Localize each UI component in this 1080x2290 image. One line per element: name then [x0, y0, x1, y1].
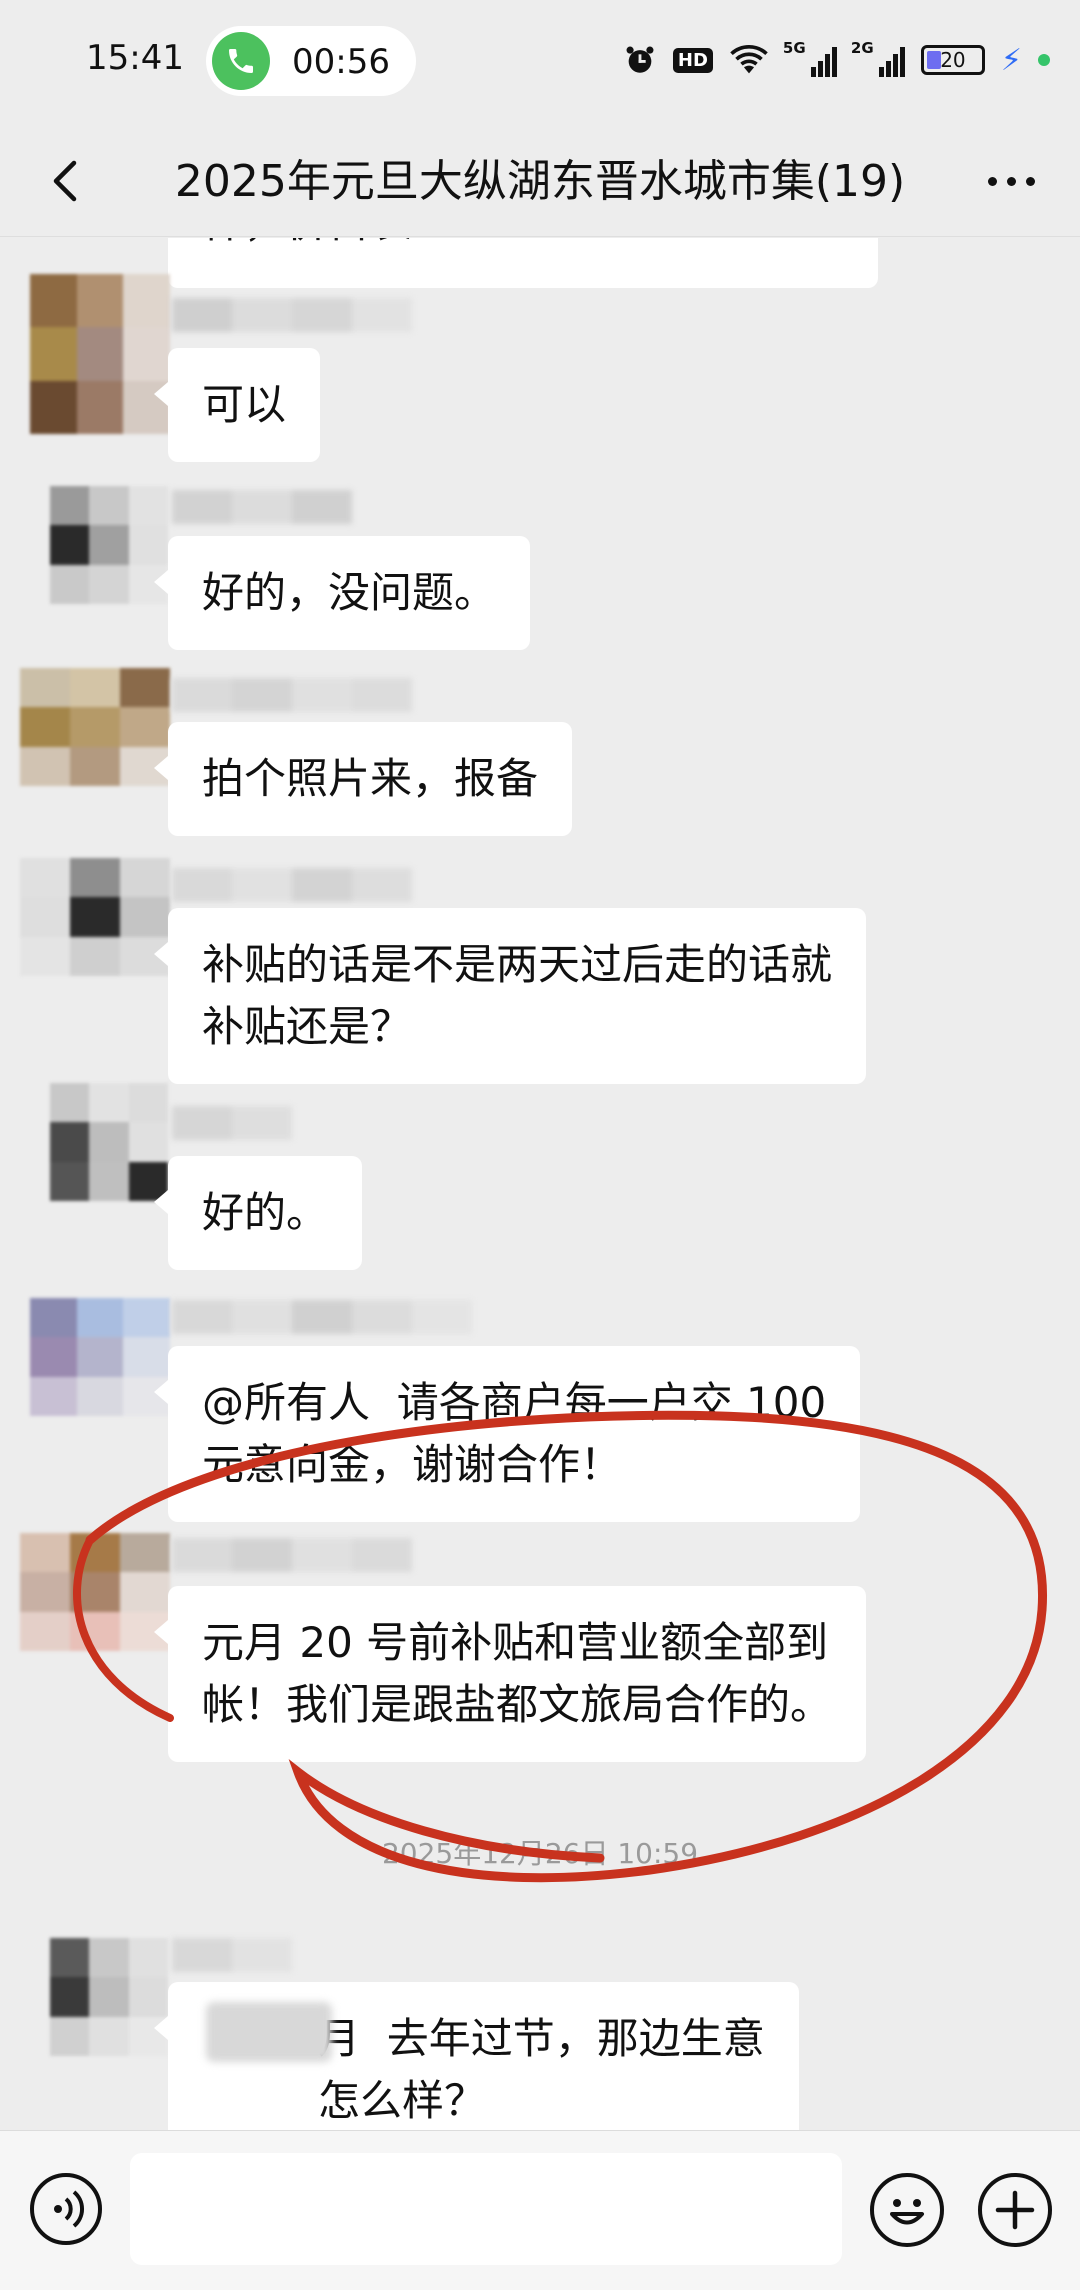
signal-5g-label: 5G	[782, 39, 806, 57]
signal-2g-label: 2G	[850, 39, 874, 57]
message-bubble[interactable]: 好的，没问题。	[153, 536, 531, 650]
message-input[interactable]	[130, 2153, 842, 2265]
phone-icon	[212, 32, 270, 90]
privacy-dot-icon	[1038, 54, 1050, 66]
message-text: 好的。	[202, 1188, 329, 1237]
plus-icon	[995, 2190, 1035, 2230]
signal-2g-icon: 2G	[851, 39, 905, 77]
more-dots-icon	[987, 176, 1035, 186]
chevron-left-icon	[53, 160, 77, 202]
signal-5g-icon: 5G	[783, 39, 837, 77]
back-button[interactable]	[40, 153, 96, 209]
plus-button[interactable]	[978, 2173, 1052, 2247]
avatar[interactable]	[30, 1298, 170, 1416]
more-button[interactable]	[976, 153, 1046, 209]
message-text: 补贴的话是不是两天过后走的话就 补贴还是？	[202, 940, 833, 1051]
message-bubble[interactable]: @所有人 请各商户每一户交 100 元意向金，谢谢合作！	[153, 1346, 861, 1522]
chat-title: 2025年元旦大纵湖东晋水城市集(19)	[174, 156, 906, 207]
redacted-name	[206, 2002, 332, 2062]
sender-name	[172, 1106, 292, 1140]
sender-name	[172, 1300, 472, 1334]
chat-header: 2025年元旦大纵湖东晋水城市集(19)	[0, 125, 1080, 237]
input-bar	[0, 2130, 1080, 2290]
message-bubble[interactable]: 拍个照片来，报备	[153, 722, 573, 836]
sender-name	[172, 490, 352, 524]
sender-name	[172, 868, 412, 902]
wifi-icon	[729, 44, 769, 76]
avatar[interactable]	[50, 486, 168, 604]
message-text: 月 去年过节，那边生意 怎么样？	[318, 2014, 765, 2125]
message-list[interactable]: 样，价目表 可以 好的，没问题。 拍个照片来，报备 补贴的话是不是两天过后走的话…	[0, 238, 1080, 2130]
sender-name	[172, 298, 412, 332]
message-text: 可以	[202, 380, 287, 429]
battery-icon: 20	[920, 45, 985, 75]
sender-name	[172, 678, 412, 712]
message-bubble[interactable]: 元月 20 号前补贴和营业额全部到 帐！我们是跟盐都文旅局合作的。	[153, 1586, 867, 1762]
battery-level: 20	[940, 48, 966, 72]
message-bubble[interactable]: 补贴的话是不是两天过后走的话就 补贴还是？	[153, 908, 867, 1084]
call-timer: 00:56	[292, 42, 390, 82]
avatar[interactable]	[50, 1083, 168, 1201]
emoji-button[interactable]	[870, 2173, 944, 2247]
avatar[interactable]	[50, 1938, 168, 2056]
status-time: 15:41	[86, 38, 184, 78]
sender-name	[172, 1538, 412, 1572]
message-bubble[interactable]: 可以	[153, 348, 321, 462]
ongoing-call-pill[interactable]: 00:56	[206, 26, 416, 96]
voice-button[interactable]	[30, 2173, 102, 2245]
charging-icon: ⚡	[1000, 42, 1022, 78]
status-bar: 15:41 00:56 HD 5G 2G 20 ⚡	[0, 0, 1080, 125]
message-timestamp: 2025年12月26日 10:59	[381, 1837, 699, 1870]
status-icons: HD 5G 2G 20 ⚡	[623, 39, 1050, 80]
voice-icon	[54, 2190, 85, 2228]
message-bubble[interactable]: 好的。	[153, 1156, 363, 1270]
hd-voice-icon: HD	[672, 47, 713, 73]
sender-name	[172, 1938, 292, 1972]
message-bubble[interactable]: 样，价目表	[168, 238, 878, 288]
message-text: 好的，没问题。	[202, 568, 497, 617]
avatar[interactable]	[20, 668, 170, 786]
message-text: 样，价目表	[202, 238, 412, 247]
emoji-icon	[890, 2199, 924, 2225]
avatar[interactable]	[20, 1533, 170, 1651]
message-text: @所有人 请各商户每一户交 100 元意向金，谢谢合作！	[202, 1378, 827, 1489]
avatar[interactable]	[20, 858, 170, 976]
message-text: 拍个照片来，报备	[202, 754, 539, 803]
message-text: 元月 20 号前补贴和营业额全部到 帐！我们是跟盐都文旅局合作的。	[202, 1618, 833, 1729]
avatar[interactable]	[30, 274, 170, 434]
alarm-icon	[623, 43, 657, 77]
